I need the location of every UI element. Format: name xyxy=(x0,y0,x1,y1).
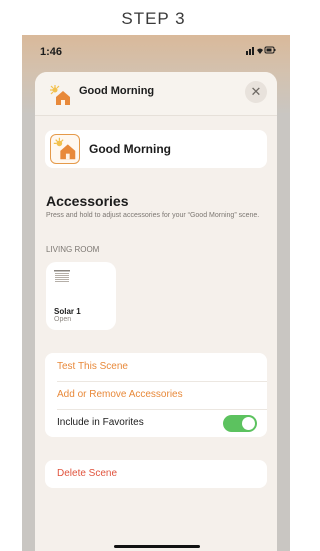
include-favorites-label: Include in Favorites xyxy=(57,417,144,428)
favorites-row: Include in Favorites xyxy=(45,409,267,437)
accessories-description: Press and hold to adjust accessories for… xyxy=(46,212,260,219)
delete-group: Delete Scene xyxy=(45,460,267,488)
close-icon: ✕ xyxy=(250,84,262,99)
scene-house-sun-icon[interactable] xyxy=(50,134,80,164)
test-scene-button[interactable]: Test This Scene xyxy=(57,361,128,372)
delete-scene-button[interactable]: Delete Scene xyxy=(57,468,117,479)
add-remove-row[interactable]: Add or Remove Accessories xyxy=(45,381,267,409)
test-scene-row[interactable]: Test This Scene xyxy=(45,353,267,381)
accessory-status: Open xyxy=(54,316,72,323)
sheet-header: Good Morning ✕ xyxy=(35,72,277,116)
accessory-name: Solar 1 xyxy=(54,307,81,316)
scene-name: Good Morning xyxy=(89,142,171,156)
blinds-icon xyxy=(54,270,70,282)
favorites-toggle[interactable] xyxy=(223,415,257,432)
status-time: 1:46 xyxy=(40,46,63,58)
tutorial-frame: STEP 3 1:46 Good Morning ✕ Good Morning … xyxy=(0,0,307,551)
room-label: LIVING ROOM xyxy=(46,245,100,254)
sheet-title: Good Morning xyxy=(79,85,155,97)
close-button[interactable]: ✕ xyxy=(245,81,267,103)
status-bar: 1:46 xyxy=(22,35,290,69)
accessory-tile[interactable]: Solar 1 Open xyxy=(46,262,116,330)
scene-house-sun-icon xyxy=(50,85,70,105)
step-label: STEP 3 xyxy=(121,9,186,28)
accessories-heading: Accessories xyxy=(46,193,129,209)
delete-scene-row[interactable]: Delete Scene xyxy=(45,460,267,488)
home-indicator xyxy=(114,545,200,548)
status-icons xyxy=(246,45,276,58)
scene-actions-group: Test This Scene Add or Remove Accessorie… xyxy=(45,353,267,437)
phone-screen: 1:46 Good Morning ✕ Good Morning Accesso… xyxy=(22,35,290,551)
toggle-knob xyxy=(242,417,255,430)
signal-wifi-battery-icon xyxy=(246,46,276,55)
scene-name-card[interactable]: Good Morning xyxy=(45,130,267,168)
scene-sheet: Good Morning ✕ Good Morning Accessories … xyxy=(35,72,277,551)
add-remove-accessories-button[interactable]: Add or Remove Accessories xyxy=(57,389,183,400)
